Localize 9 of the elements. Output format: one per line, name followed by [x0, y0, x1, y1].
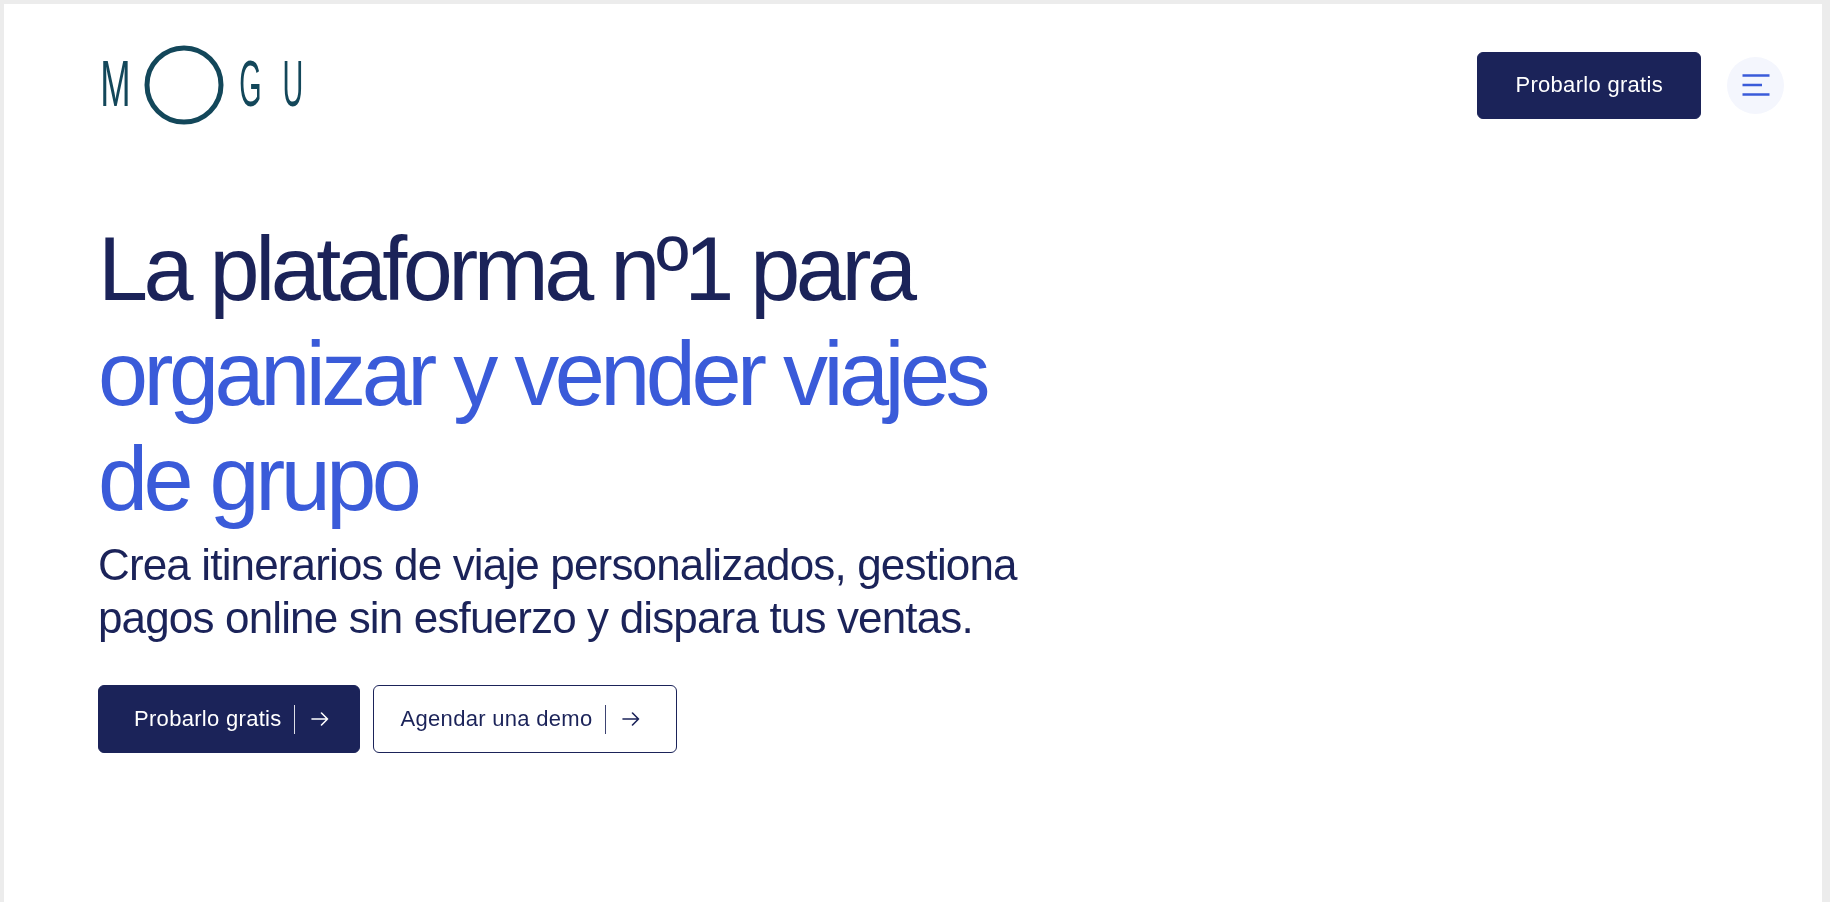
hero-subtitle: Crea itinerarios de viaje personalizados, gestiona pagos online sin esfuerzo y dispara tus ventas. — [98, 539, 1019, 644]
primary-button[interactable]: Probarlo gratis — [98, 685, 360, 753]
primary-button[interactable]: Probarlo gratis — [1477, 51, 1701, 119]
menu-icon — [1740, 74, 1771, 96]
logo-ring-icon — [144, 45, 224, 125]
hero-heading: La plataforma nº1 para organizar y vender viajes de grupo — [98, 218, 988, 531]
logo-text: GU — [239, 47, 304, 121]
outline-button[interactable]: Agendar una demo — [372, 685, 677, 753]
logo-text: M — [100, 48, 131, 120]
